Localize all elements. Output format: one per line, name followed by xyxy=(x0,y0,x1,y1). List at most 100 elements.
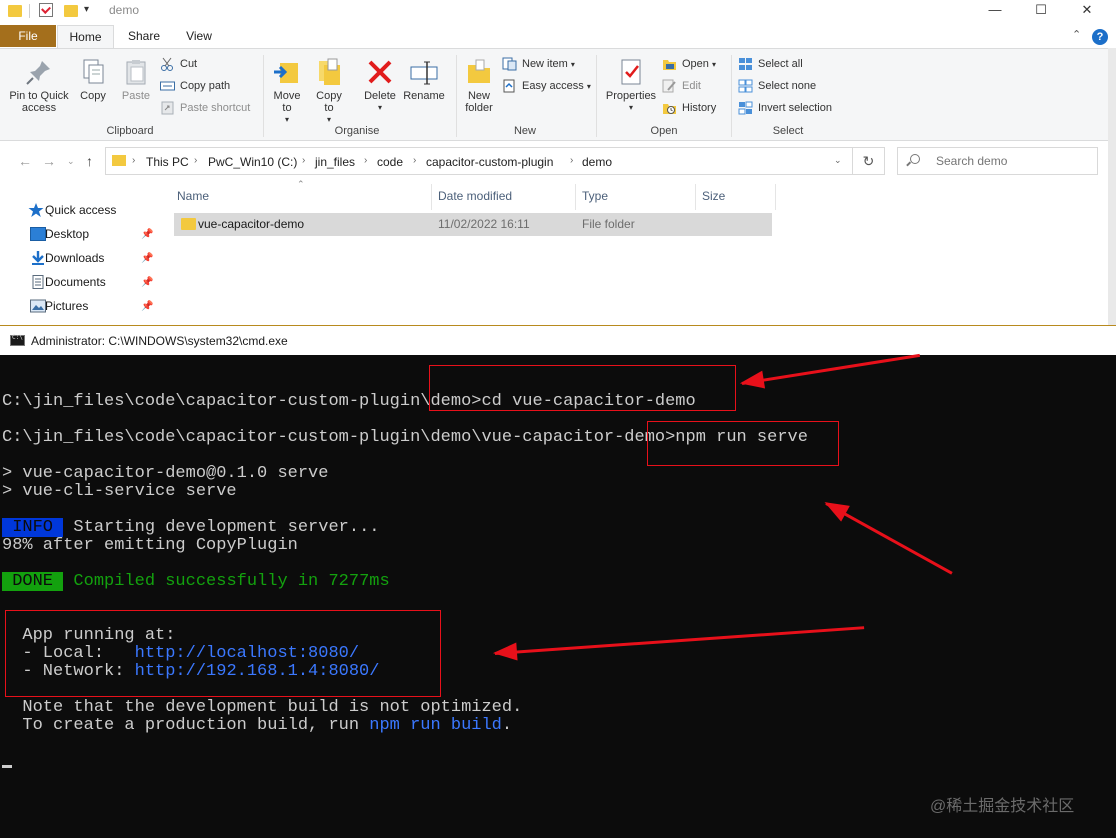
organise-group-label: Organise xyxy=(334,125,380,137)
paste-shortcut-button[interactable]: Paste shortcut xyxy=(160,99,250,117)
nav-documents[interactable]: Documents xyxy=(18,272,106,292)
easy-access-icon xyxy=(502,79,517,93)
select-all-button[interactable]: Select all xyxy=(738,55,803,73)
properties-button[interactable]: Properties ▾ xyxy=(602,57,660,114)
nav-downloads[interactable]: Downloads xyxy=(18,248,104,268)
help-icon[interactable]: ? xyxy=(1092,29,1108,45)
minimize-icon[interactable]: — xyxy=(972,0,1018,22)
search-box[interactable] xyxy=(897,147,1098,175)
back-arrow-icon[interactable]: ← xyxy=(18,153,32,169)
done-text: Compiled successfully in 7277ms xyxy=(63,572,390,591)
up-arrow-icon[interactable]: ↑ xyxy=(86,153,93,169)
chevron-up-icon[interactable]: ⌃ xyxy=(1072,28,1081,41)
chevron-right-icon[interactable]: › xyxy=(364,155,367,166)
chevron-right-icon[interactable]: › xyxy=(194,155,197,166)
tab-home[interactable]: Home xyxy=(57,25,114,48)
terminal-output[interactable]: C:\jin_files\code\capacitor-custom-plugi… xyxy=(2,355,1116,838)
star-icon xyxy=(28,203,44,217)
new-item-button[interactable]: New item ▾ xyxy=(502,55,575,73)
close-icon[interactable]: ✕ xyxy=(1064,0,1110,22)
column-header-size[interactable]: Size xyxy=(702,189,725,203)
delete-icon xyxy=(365,57,395,87)
move-to-button[interactable]: Move to ▾ xyxy=(270,57,304,126)
terminal-line-cli-service: > vue-cli-service serve xyxy=(2,482,237,501)
new-item-icon xyxy=(502,57,517,71)
nav-desktop[interactable]: Desktop xyxy=(18,224,89,244)
tab-share[interactable]: Share xyxy=(120,25,168,48)
copy-to-button[interactable]: Copy to ▾ xyxy=(312,57,346,126)
properties-icon[interactable] xyxy=(39,3,53,17)
breadcrumb-drive[interactable]: PwC_Win10 (C:) xyxy=(208,155,297,169)
chevron-right-icon[interactable]: › xyxy=(413,155,416,166)
delete-button[interactable]: Delete ▾ xyxy=(361,57,399,114)
history-button[interactable]: History xyxy=(662,99,716,117)
new-folder-icon xyxy=(464,57,494,87)
breadcrumb-code[interactable]: code xyxy=(377,155,403,169)
divider xyxy=(775,184,776,210)
column-header-date-modified[interactable]: Date modified xyxy=(438,189,512,203)
folder-icon xyxy=(181,218,196,230)
breadcrumb-capacitor-custom-plugin[interactable]: capacitor-custom-plugin xyxy=(426,155,553,169)
copy-button[interactable]: Copy xyxy=(76,57,110,102)
nav-pictures[interactable]: Pictures xyxy=(18,296,88,316)
cut-button[interactable]: Cut xyxy=(160,55,197,73)
edit-icon xyxy=(662,79,677,93)
breadcrumb-demo[interactable]: demo xyxy=(582,155,612,169)
nav-quick-access[interactable]: Quick access xyxy=(6,200,116,220)
divider xyxy=(431,184,432,210)
scrollbar[interactable] xyxy=(1108,48,1116,325)
forward-arrow-icon[interactable]: → xyxy=(42,153,56,169)
copy-icon xyxy=(78,57,108,87)
rename-button[interactable]: Rename xyxy=(402,57,446,102)
new-group-label: New xyxy=(513,125,536,137)
copy-path-label: Copy path xyxy=(180,80,231,92)
new-folder-icon[interactable] xyxy=(64,5,78,17)
cmd-window-title: Administrator: C:\WINDOWS\system32\cmd.e… xyxy=(31,334,288,348)
breadcrumb-this-pc[interactable]: This PC xyxy=(146,155,189,169)
open-button[interactable]: Open ▾ xyxy=(662,55,716,73)
chevron-down-icon: ▾ xyxy=(284,115,289,124)
pin-icon xyxy=(24,57,54,87)
paste-label: Paste xyxy=(121,90,151,102)
table-row[interactable]: vue-capacitor-demo 11/02/2022 16:11 File… xyxy=(174,213,772,236)
tab-view[interactable]: View xyxy=(178,25,220,48)
chevron-right-icon[interactable]: › xyxy=(302,155,305,166)
info-badge: INFO xyxy=(2,518,64,537)
search-icon xyxy=(910,154,920,164)
easy-access-button[interactable]: Easy access ▾ xyxy=(502,77,591,95)
search-input[interactable] xyxy=(936,154,1086,168)
breadcrumb-jin-files[interactable]: jin_files xyxy=(315,155,355,169)
file-explorer-window: ▾ demo — ☐ ✕ File Home Share View ⌃ ? Pi… xyxy=(0,0,1116,325)
chevron-down-icon: ▾ xyxy=(586,82,591,91)
select-none-button[interactable]: Select none xyxy=(738,77,816,95)
edit-button[interactable]: Edit xyxy=(662,77,701,95)
recent-locations-icon[interactable]: ⌄ xyxy=(67,156,75,167)
copy-label: Copy xyxy=(80,90,106,102)
chevron-down-icon[interactable]: ⌄ xyxy=(834,155,842,166)
chevron-right-icon[interactable]: › xyxy=(132,155,135,166)
copy-path-button[interactable]: Copy path xyxy=(160,77,230,95)
customize-toolbar-icon[interactable]: ▾ xyxy=(84,4,89,15)
terminal-line-info: INFO Starting development server... xyxy=(2,518,380,537)
pin-icon[interactable]: 📌 xyxy=(141,253,153,264)
pin-to-quick-access-button[interactable]: Pin to Quick access xyxy=(4,57,74,114)
new-folder-label: New folder xyxy=(465,90,493,114)
new-folder-button[interactable]: New folder xyxy=(460,57,498,114)
invert-selection-button[interactable]: Invert selection xyxy=(738,99,832,117)
pin-icon[interactable]: 📌 xyxy=(141,229,153,240)
chevron-right-icon[interactable]: › xyxy=(570,155,573,166)
pin-icon[interactable]: 📌 xyxy=(141,301,153,312)
tab-file[interactable]: File xyxy=(0,25,56,47)
folder-icon[interactable] xyxy=(8,5,22,17)
open-label: Open xyxy=(682,58,709,70)
paste-shortcut-label: Paste shortcut xyxy=(180,102,251,114)
column-header-name[interactable]: Name xyxy=(177,189,209,203)
pin-icon[interactable]: 📌 xyxy=(141,277,153,288)
address-bar[interactable]: › This PC › PwC_Win10 (C:) › jin_files ›… xyxy=(105,147,853,175)
paste-button[interactable]: Paste xyxy=(117,57,155,102)
column-header-type[interactable]: Type xyxy=(582,189,608,203)
info-text: Starting development server... xyxy=(63,518,380,537)
refresh-icon[interactable]: ↻ xyxy=(853,147,885,175)
maximize-icon[interactable]: ☐ xyxy=(1018,0,1064,22)
cut-label: Cut xyxy=(180,58,198,70)
